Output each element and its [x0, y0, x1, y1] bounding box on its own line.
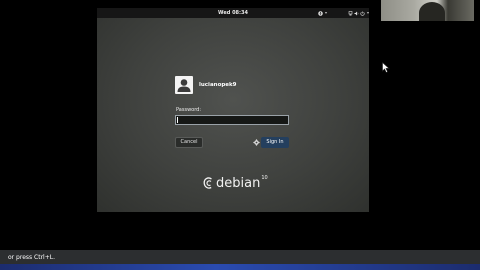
user-avatar[interactable] — [175, 76, 193, 94]
password-field[interactable] — [175, 115, 289, 125]
chevron-down-icon — [366, 12, 369, 14]
mouse-pointer-icon — [382, 62, 390, 73]
session-menu[interactable] — [253, 139, 260, 146]
user-avatar-icon — [177, 79, 191, 92]
password-label: Password: — [176, 107, 202, 113]
username: lucianopek9 — [199, 82, 237, 88]
top-bar: Wed 08:34 — [97, 8, 369, 18]
hint-accent-bar — [0, 264, 480, 270]
host-cursor — [382, 62, 390, 73]
clock[interactable]: Wed 08:34 — [97, 8, 369, 18]
network-icon — [348, 10, 353, 15]
volume-icon — [354, 11, 359, 15]
debian-version: 10 — [261, 175, 268, 181]
accessibility-icon — [318, 10, 323, 16]
hint-text: or press Ctrl+L. — [8, 254, 55, 261]
vm-display[interactable]: Wed 08:34 lucianopek9 Password: Cancel S… — [97, 8, 369, 212]
host-screen: Wed 08:34 lucianopek9 Password: Cancel S… — [0, 0, 480, 270]
cancel-button[interactable]: Cancel — [175, 137, 203, 148]
gear-icon — [253, 139, 260, 146]
webcam-silhouette — [419, 2, 445, 21]
text-caret — [177, 117, 178, 123]
debian-logo: debian 10 — [203, 175, 268, 191]
chevron-down-icon — [324, 12, 328, 14]
sign-in-button[interactable]: Sign In — [261, 137, 289, 148]
power-icon — [360, 11, 365, 16]
webcam-preview — [381, 0, 474, 21]
debian-swirl-icon — [203, 177, 212, 189]
accessibility-menu[interactable] — [318, 8, 328, 18]
system-menu[interactable] — [348, 8, 369, 18]
debian-wordmark: debian — [216, 176, 261, 191]
